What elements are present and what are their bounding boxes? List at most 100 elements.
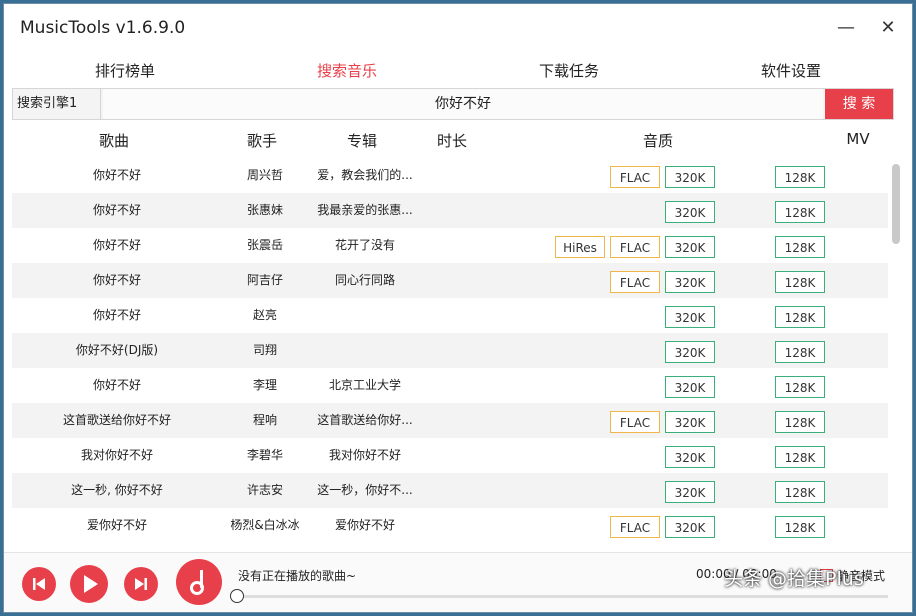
table-row[interactable]: 你好不好 周兴哲 爱，教会我们的... FLAC 320K 128K: [12, 158, 888, 193]
song-title: 你好不好: [92, 273, 141, 287]
table-row[interactable]: 你好不好 赵亮 320K 128K: [12, 298, 888, 333]
song-title: 你好不好: [92, 238, 141, 252]
album-name: 爱，教会我们的...: [317, 168, 413, 182]
bitrate-128k-button[interactable]: 128K: [775, 376, 825, 398]
bitrate-128k-button[interactable]: 128K: [775, 201, 825, 223]
bitrate-128k-button[interactable]: 128K: [775, 411, 825, 433]
bitrate-320k-button[interactable]: 320K: [665, 376, 715, 398]
bitrate-128k-button[interactable]: 128K: [775, 341, 825, 363]
play-icon[interactable]: [70, 565, 108, 603]
singer-name: 李碧华: [246, 448, 283, 462]
singer-name: 程响: [252, 413, 277, 427]
song-title: 爱你好不好: [86, 518, 147, 532]
app-window: MusicTools v1.6.9.0 — ✕ 排行榜单 搜索音乐 下载任务 软…: [4, 4, 912, 612]
table-row[interactable]: 你好不好 阿吉仔 同心行同路 FLAC 320K 128K: [12, 263, 888, 298]
flac-button[interactable]: FLAC: [610, 271, 660, 293]
bitrate-320k-button[interactable]: 320K: [665, 166, 715, 188]
album-name: 花开了没有: [334, 238, 395, 252]
bitrate-320k-button[interactable]: 320K: [665, 446, 715, 468]
search-engine-select[interactable]: 搜索引擎1: [13, 89, 101, 119]
song-title: 你好不好: [92, 203, 141, 217]
singer-name: 赵亮: [252, 308, 277, 322]
bitrate-320k-button[interactable]: 320K: [665, 306, 715, 328]
album-name: 这一秒，你好不...: [317, 483, 413, 497]
skip-previous-icon[interactable]: [22, 567, 56, 601]
table-row[interactable]: 你好不好 李理 北京工业大学 320K 128K: [12, 368, 888, 403]
window-title: MusicTools v1.6.9.0: [20, 18, 186, 38]
bitrate-320k-button[interactable]: 320K: [665, 516, 715, 538]
bitrate-128k-button[interactable]: 128K: [775, 306, 825, 328]
tab-settings[interactable]: 软件设置: [736, 60, 846, 82]
table-row[interactable]: 这首歌送给你好不好 程响 这首歌送给你好... FLAC 320K 128K: [12, 403, 888, 438]
album-name: 我最亲爱的张惠...: [317, 203, 413, 217]
flac-button[interactable]: FLAC: [610, 516, 660, 538]
table-row[interactable]: 你好不好 张震岳 花开了没有 HiRes FLAC 320K 128K: [12, 228, 888, 263]
bitrate-128k-button[interactable]: 128K: [775, 516, 825, 538]
flac-button[interactable]: FLAC: [610, 166, 660, 188]
album-name: 北京工业大学: [328, 378, 401, 392]
hires-button[interactable]: HiRes: [555, 236, 605, 258]
flac-button[interactable]: FLAC: [610, 411, 660, 433]
song-title: 你好不好(DJ版): [75, 343, 159, 357]
song-title: 你好不好: [92, 378, 141, 392]
flac-button[interactable]: FLAC: [610, 236, 660, 258]
album-name: 我对你好不好: [328, 448, 401, 462]
singer-name: 司翔: [252, 343, 277, 357]
album-name: 同心行同路: [334, 273, 395, 287]
bitrate-320k-button[interactable]: 320K: [665, 411, 715, 433]
bitrate-320k-button[interactable]: 320K: [665, 341, 715, 363]
now-playing-text: 没有正在播放的歌曲~: [238, 569, 357, 583]
minimize-button[interactable]: —: [832, 16, 860, 40]
album-name: 这首歌送给你好...: [317, 413, 413, 427]
bitrate-128k-button[interactable]: 128K: [775, 236, 825, 258]
song-title: 我对你好不好: [80, 448, 153, 462]
bitrate-128k-button[interactable]: 128K: [775, 166, 825, 188]
column-album: 专辑: [346, 132, 377, 150]
table-header: 歌曲 歌手 专辑 时长 音质 MV: [4, 124, 912, 156]
progress-knob[interactable]: [230, 589, 244, 603]
bitrate-128k-button[interactable]: 128K: [775, 271, 825, 293]
bitrate-320k-button[interactable]: 320K: [665, 481, 715, 503]
tab-bar: 排行榜单 搜索音乐 下载任务 软件设置: [4, 56, 912, 91]
song-title: 这首歌送给你好不好: [62, 413, 171, 427]
singer-name: 张惠妹: [246, 203, 283, 217]
column-duration: 时长: [436, 132, 467, 150]
song-title: 你好不好: [92, 168, 141, 182]
watermark: 头条 @拾集Plus: [724, 568, 864, 590]
progress-track[interactable]: [238, 595, 888, 598]
table-row[interactable]: 我对你好不好 李碧华 我对你好不好 320K 128K: [12, 438, 888, 473]
bitrate-320k-button[interactable]: 320K: [665, 271, 715, 293]
singer-name: 杨烈&白冰冰: [230, 518, 300, 532]
song-title: 这一秒, 你好不好: [71, 483, 163, 497]
table-row[interactable]: 你好不好 张惠妹 我最亲爱的张惠... 320K 128K: [12, 193, 888, 228]
singer-name: 阿吉仔: [246, 273, 283, 287]
table-row[interactable]: 你好不好(DJ版) 司翔 320K 128K: [12, 333, 888, 368]
tab-downloads[interactable]: 下载任务: [514, 60, 624, 82]
album-name: [310, 298, 420, 333]
search-button[interactable]: 搜 索: [825, 89, 893, 119]
column-mv: MV: [846, 130, 870, 148]
column-quality: 音质: [642, 132, 673, 150]
bitrate-320k-button[interactable]: 320K: [665, 201, 715, 223]
singer-name: 周兴哲: [246, 168, 283, 182]
search-input[interactable]: 你好不好: [103, 89, 823, 119]
table-row[interactable]: 爱你好不好 杨烈&白冰冰 爱你好不好 FLAC 320K 128K: [12, 508, 888, 543]
bitrate-128k-button[interactable]: 128K: [775, 446, 825, 468]
tab-search-music[interactable]: 搜索音乐: [292, 60, 402, 91]
song-title: 你好不好: [92, 308, 141, 322]
title-bar: MusicTools v1.6.9.0 — ✕: [4, 4, 912, 52]
bitrate-128k-button[interactable]: 128K: [775, 481, 825, 503]
album-name: 爱你好不好: [334, 518, 395, 532]
skip-next-icon[interactable]: [124, 567, 158, 601]
tab-charts[interactable]: 排行榜单: [70, 60, 180, 82]
search-bar: 搜索引擎1 你好不好 搜 索: [12, 88, 894, 120]
bitrate-320k-button[interactable]: 320K: [665, 236, 715, 258]
close-button[interactable]: ✕: [874, 16, 902, 40]
table-scrollbar[interactable]: [892, 164, 900, 244]
singer-name: 张震岳: [246, 238, 283, 252]
column-song: 歌曲: [98, 132, 129, 150]
album-name: [310, 333, 420, 368]
results-table: 你好不好 周兴哲 爱，教会我们的... FLAC 320K 128K 你好不好 张惠妹 我最亲爱…: [12, 158, 888, 554]
table-row[interactable]: 这一秒, 你好不好 许志安 这一秒，你好不... 320K 128K: [12, 473, 888, 508]
singer-name: 许志安: [246, 483, 283, 497]
